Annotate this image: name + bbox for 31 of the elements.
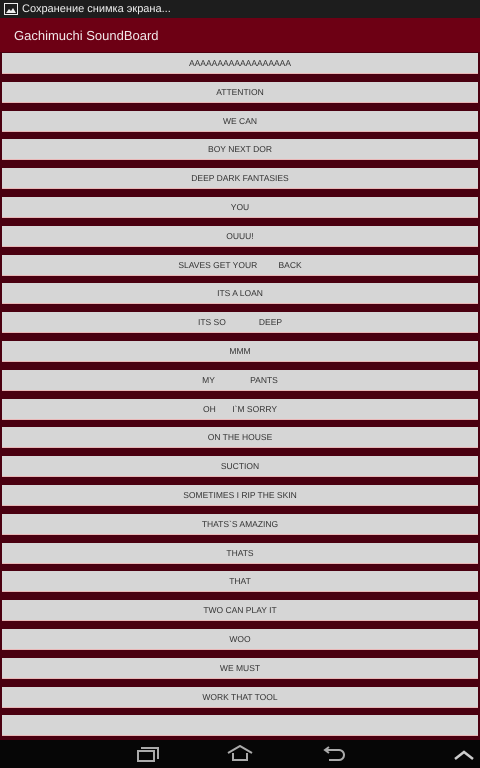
- sound-button[interactable]: THATS: [2, 542, 478, 564]
- sound-button[interactable]: WORK THAT TOOL: [2, 686, 478, 708]
- notification-text: Сохранение снимка экрана...: [22, 3, 171, 15]
- sound-button[interactable]: WOO: [2, 628, 478, 650]
- sound-button[interactable]: SOMETIMES I RIP THE SKIN: [2, 484, 478, 506]
- sound-button[interactable]: [2, 715, 478, 736]
- sound-button[interactable]: THAT: [2, 571, 478, 592]
- image-icon: [4, 3, 18, 15]
- back-icon[interactable]: [323, 746, 345, 762]
- home-icon[interactable]: [226, 745, 254, 761]
- sound-button[interactable]: SUCTION: [2, 456, 478, 478]
- sound-button[interactable]: YOU: [2, 196, 478, 218]
- sound-button[interactable]: ITS SO DEEP: [2, 312, 478, 334]
- sound-button[interactable]: MY PANTS: [2, 370, 478, 391]
- sound-button[interactable]: WE CAN: [2, 110, 478, 132]
- sound-button[interactable]: THATS`S AMAZING: [2, 514, 478, 535]
- sound-button[interactable]: OUUU!: [2, 226, 478, 247]
- sound-button[interactable]: SLAVES GET YOUR BACK: [2, 254, 478, 276]
- sound-button[interactable]: TWO CAN PLAY IT: [2, 600, 478, 622]
- app-title: Gachimuchi SoundBoard: [14, 28, 159, 42]
- recent-apps-icon[interactable]: [136, 746, 160, 762]
- sound-button[interactable]: DEEP DARK FANTASIES: [2, 168, 478, 190]
- sound-button[interactable]: AAAAAAAAAAAAAAAAAA: [2, 53, 478, 74]
- sound-button[interactable]: ATTENTION: [2, 82, 478, 103]
- sound-button[interactable]: WE MUST: [2, 658, 478, 679]
- sound-button[interactable]: MMM: [2, 340, 478, 362]
- sound-button[interactable]: ON THE HOUSE: [2, 427, 478, 448]
- chevron-up-icon[interactable]: [454, 750, 474, 760]
- sound-button[interactable]: ITS A LOAN: [2, 283, 478, 304]
- sound-button[interactable]: OH I`M SORRY: [2, 398, 478, 420]
- sound-button[interactable]: BOY NEXT DOR: [2, 139, 478, 160]
